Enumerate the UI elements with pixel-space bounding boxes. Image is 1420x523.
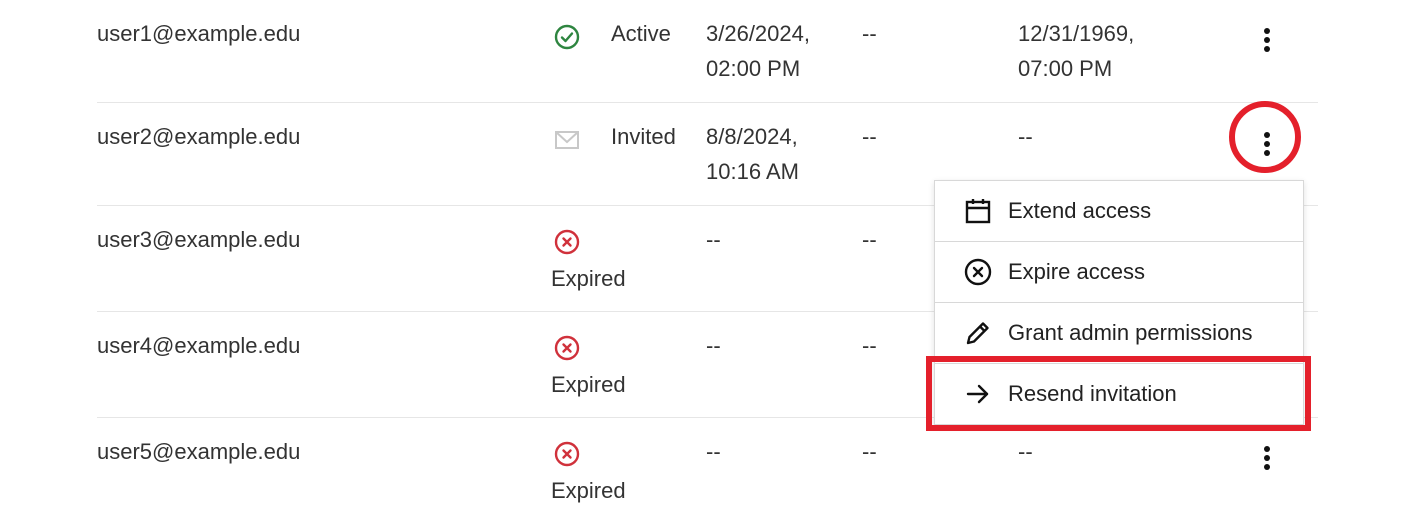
expiration-date: 12/31/1969, 07:00 PM	[1018, 16, 1134, 86]
created-date-line1: 3/26/2024,	[706, 21, 810, 46]
created-date: 8/8/2024, 10:16 AM	[706, 119, 799, 189]
user-email: user4@example.edu	[97, 333, 301, 358]
x-circle-icon	[554, 229, 580, 255]
row-actions-button[interactable]	[1255, 130, 1279, 160]
x-circle-icon	[963, 257, 993, 287]
status-label: Active	[611, 21, 671, 46]
menu-item-resend-invitation[interactable]: Resend invitation	[935, 364, 1303, 424]
pencil-icon	[963, 318, 993, 348]
last-login: --	[862, 333, 877, 358]
menu-item-extend-access[interactable]: Extend access	[935, 181, 1303, 242]
created-date-line1: 8/8/2024,	[706, 124, 798, 149]
status-label: Expired	[551, 372, 626, 397]
menu-item-label: Grant admin permissions	[1008, 320, 1253, 345]
user-email: user1@example.edu	[97, 21, 301, 46]
row-actions-button[interactable]	[1255, 26, 1279, 56]
user-email: user2@example.edu	[97, 124, 301, 149]
arrow-right-icon	[963, 379, 993, 409]
status-label: Expired	[551, 266, 626, 291]
menu-item-grant-admin[interactable]: Grant admin permissions	[935, 303, 1303, 364]
menu-item-label: Expire access	[1008, 259, 1145, 284]
envelope-icon	[554, 127, 580, 153]
x-circle-icon	[554, 335, 580, 361]
user-email: user3@example.edu	[97, 227, 301, 252]
menu-item-expire-access[interactable]: Expire access	[935, 242, 1303, 303]
status-label: Invited	[611, 124, 676, 149]
last-login: --	[862, 439, 877, 464]
calendar-icon	[963, 196, 993, 226]
expiration-date-line2: 07:00 PM	[1018, 56, 1113, 81]
user-email: user5@example.edu	[97, 439, 301, 464]
x-circle-icon	[554, 441, 580, 467]
expiration-date: --	[1018, 124, 1033, 149]
created-date: --	[706, 333, 721, 358]
created-date: 3/26/2024, 02:00 PM	[706, 16, 810, 86]
created-date: --	[706, 227, 721, 252]
check-circle-icon	[554, 24, 580, 50]
last-login: --	[862, 21, 877, 46]
expiration-date: --	[1018, 439, 1033, 464]
table-row: user5@example.edu Expired -- -- --	[97, 418, 1318, 523]
menu-item-label: Extend access	[1008, 198, 1152, 223]
row-actions-button[interactable]	[1255, 444, 1279, 474]
last-login: --	[862, 124, 877, 149]
last-login: --	[862, 227, 877, 252]
menu-item-label: Resend invitation	[1008, 381, 1177, 406]
expiration-date-line1: 12/31/1969,	[1018, 21, 1135, 46]
status-label: Expired	[551, 478, 626, 503]
created-date-line2: 02:00 PM	[706, 56, 801, 81]
created-date-line2: 10:16 AM	[706, 159, 799, 184]
row-actions-menu: Extend access Expire access Grant admin …	[934, 180, 1304, 425]
table-row: user1@example.edu Active 3/26/2024, 02:0…	[97, 0, 1318, 103]
created-date: --	[706, 439, 721, 464]
